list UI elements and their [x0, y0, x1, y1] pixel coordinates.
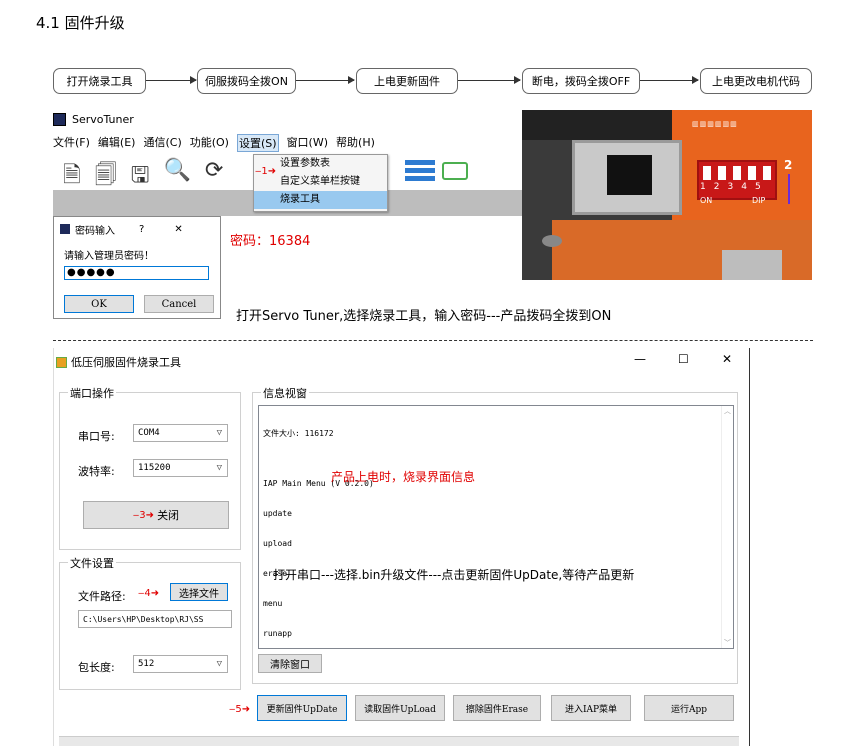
password-note: 密码：16384: [230, 234, 311, 249]
step2-marker: 2: [784, 158, 793, 172]
step5-marker: ‒5➜: [229, 704, 251, 715]
ok-button[interactable]: OK: [64, 295, 134, 313]
refresh-icon[interactable]: ⟳: [205, 158, 223, 196]
battery-icon[interactable]: [442, 162, 468, 180]
settings-dropdown: 设置参数表 自定义菜单栏按键 烧录工具: [253, 154, 388, 212]
info-textarea[interactable]: 文件大小: 116172 IAP Main Menu (V 0.2.0) upd…: [258, 405, 734, 649]
flow-step-1: 打开烧录工具: [53, 68, 146, 94]
dip-on-label: ON: [700, 196, 713, 205]
step3-marker: ‒3➜: [132, 509, 155, 521]
menu-help[interactable]: 帮助(H): [336, 134, 375, 152]
app-icon: [56, 356, 67, 368]
menu-window[interactable]: 窗口(W): [287, 134, 328, 152]
burn-tool-window: 低压伺服固件烧录工具 — ☐ ✕ 端口操作 串口号: COM4 ▽ 波特率: 11…: [53, 348, 750, 746]
password-input[interactable]: ●●●●●: [64, 266, 209, 280]
flow-arrow: [458, 76, 521, 84]
port-select[interactable]: COM4 ▽: [133, 424, 228, 442]
password-dialog-titlebar: 密码输入 ? ✕: [54, 217, 220, 241]
close-port-button[interactable]: ‒3➜ 关闭: [83, 501, 229, 529]
help-icon[interactable]: ?: [139, 224, 144, 235]
menu-settings[interactable]: 设置(S): [236, 134, 279, 152]
menu-item-burn-tool[interactable]: 烧录工具: [254, 191, 387, 209]
clear-window-button[interactable]: 清除窗口: [258, 654, 322, 673]
update-firmware-button[interactable]: 更新固件UpDate: [257, 695, 347, 721]
save-file-icon[interactable]: 🖫: [131, 158, 150, 196]
info-group-title: 信息视窗: [261, 385, 309, 401]
file-path-input[interactable]: C:\Users\HP\Desktop\RJ\SS: [78, 610, 232, 628]
info-annotation: 产品上电时，烧录界面信息: [331, 470, 476, 484]
port-label: 串口号:: [78, 430, 115, 443]
cancel-button[interactable]: Cancel: [144, 295, 214, 313]
baud-label: 波特率:: [78, 465, 115, 478]
maximize-icon[interactable]: ☐: [678, 352, 689, 366]
section-title: 4.1 固件升级: [36, 14, 125, 32]
new-file-icon[interactable]: 🗎: [63, 158, 81, 196]
flow-arrow: [146, 76, 197, 84]
file-group-title: 文件设置: [68, 555, 116, 571]
down-arrow-icon: [788, 174, 790, 204]
open-file-icon[interactable]: 🗐: [95, 158, 117, 196]
chevron-down-icon: ▽: [216, 428, 222, 438]
port-group: 端口操作 串口号: COM4 ▽ 波特率: 115200 ▽ ‒3➜ 关闭: [59, 385, 241, 550]
password-dialog-title: 密码输入: [75, 225, 115, 237]
step1-marker: ‒ 1 ➜: [255, 166, 277, 177]
info-log: 文件大小: 116172 IAP Main Menu (V 0.2.0) upd…: [263, 429, 374, 638]
password-prompt: 请输入管理员密码！: [64, 251, 154, 262]
status-bar: [59, 736, 739, 746]
menu-bar: 文件(F) 编辑(E) 通信(C) 功能(O) 设置(S) 窗口(W) 帮助(H…: [53, 134, 383, 152]
close-icon[interactable]: ✕: [722, 352, 732, 366]
section-divider: [53, 340, 813, 341]
scrollbar[interactable]: ︿ ﹀: [721, 406, 733, 648]
iap-menu-button[interactable]: 进入IAP菜单: [551, 695, 631, 721]
menu-comm[interactable]: 通信(C): [143, 134, 181, 152]
screw-icon: [542, 235, 562, 247]
burn-tool-titlebar: 低压伺服固件烧录工具: [54, 354, 181, 370]
dip-switch[interactable]: [697, 160, 777, 200]
caption-step1: 打开Servo Tuner,选择烧录工具，输入密码---产品拨码全拨到ON: [236, 309, 612, 324]
packet-length-label: 包长度:: [78, 661, 115, 674]
run-app-button[interactable]: 运行App: [644, 695, 734, 721]
dip-label: DIP: [752, 196, 766, 205]
menu-edit[interactable]: 编辑(E): [98, 134, 136, 152]
select-file-button[interactable]: 选择文件: [170, 583, 228, 601]
file-path-label: 文件路径:: [78, 590, 126, 603]
flow-step-5: 上电更改电机代码: [700, 68, 812, 94]
password-dialog: 密码输入 ? ✕ 请输入管理员密码！ ●●●●● OK Cancel: [53, 216, 221, 319]
flow-arrow: [640, 76, 699, 84]
chevron-down-icon: ▽: [216, 659, 222, 669]
close-icon[interactable]: ✕: [174, 224, 182, 235]
info-group: 信息视窗 文件大小: 116172 IAP Main Menu (V 0.2.0…: [252, 385, 738, 684]
list-icon[interactable]: [405, 160, 435, 182]
port-group-title: 端口操作: [68, 385, 116, 401]
app-title: ServoTuner: [72, 113, 134, 126]
dip-numbers: 12345: [700, 182, 761, 192]
file-group: 文件设置 文件路径: ‒4➜ 选择文件 C:\Users\HP\Desktop\…: [59, 555, 241, 690]
chevron-down-icon: ▽: [216, 463, 222, 473]
instruction-text: 打开串口---选择.bin升级文件---点击更新固件UpDate,等待产品更新: [273, 568, 635, 582]
menu-function[interactable]: 功能(O): [190, 134, 229, 152]
packet-length-select[interactable]: 512 ▽: [133, 655, 228, 673]
app-icon: [53, 113, 66, 126]
search-icon[interactable]: 🔍: [163, 158, 190, 196]
upload-firmware-button[interactable]: 读取固件UpLoad: [355, 695, 445, 721]
flow-arrow: [296, 76, 355, 84]
chevron-down-icon: ﹀: [724, 639, 731, 647]
chevron-up-icon: ︿: [724, 407, 731, 415]
baud-select[interactable]: 115200 ▽: [133, 459, 228, 477]
servotuner-titlebar: ServoTuner: [53, 113, 134, 126]
toolbar: 🗎 🗐 🖫 🔍 ⟳: [63, 158, 223, 196]
erase-firmware-button[interactable]: 擦除固件Erase: [453, 695, 541, 721]
flow-step-4: 断电，拨码全拨OFF: [522, 68, 640, 94]
minimize-icon[interactable]: —: [634, 352, 646, 366]
flow-step-2: 伺服拨码全拨ON: [197, 68, 296, 94]
flow-step-3: 上电更新固件: [356, 68, 458, 94]
step4-marker: ‒4➜: [138, 588, 160, 599]
menu-file[interactable]: 文件(F): [53, 134, 90, 152]
app-icon: [60, 224, 70, 234]
product-photo: ▥▥▥▥▥▥ 12345 ON DIP 2: [522, 110, 812, 280]
silkscreen-icon: ▥▥▥▥▥▥: [692, 120, 738, 128]
window-title: 低压伺服固件烧录工具: [71, 356, 181, 369]
